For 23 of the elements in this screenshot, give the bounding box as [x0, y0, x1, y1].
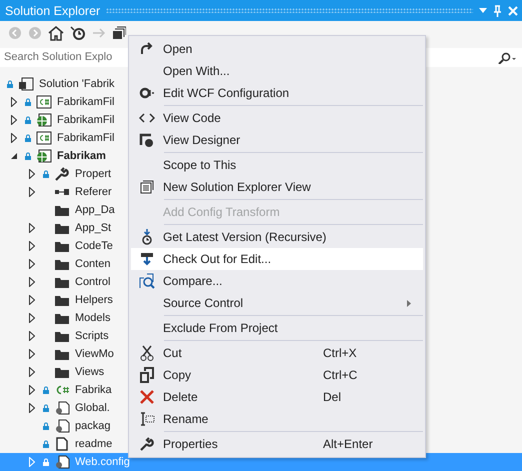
tree-item-label: Propert — [75, 168, 112, 180]
tree-item-label: packag — [75, 420, 110, 432]
window-title: Solution Explorer — [5, 4, 100, 18]
tree-item-label: FabrikamFil — [57, 132, 114, 144]
tree-item-label: Fabrikam — [57, 150, 106, 162]
tree-item-label: Control — [75, 276, 110, 288]
tree-item-label: Helpers — [75, 294, 113, 306]
tree-item-label: Referer — [75, 186, 112, 198]
tree-item-label: App_Da — [75, 204, 115, 216]
tree-item-label: FabrikamFil — [57, 114, 114, 126]
tree-item-label: Global. — [75, 402, 110, 414]
tree-item-label: Models — [75, 312, 110, 324]
tree-item-label: ViewMo — [75, 348, 114, 360]
tree-item-label: Conten — [75, 258, 110, 270]
tree-item-label: Solution 'Fabrik — [39, 78, 114, 90]
tree-item-label: Web.config — [75, 456, 130, 468]
tree-item-label: App_St — [75, 222, 112, 234]
tree-item-label: readme — [75, 438, 112, 450]
tree-item-label: Fabrika — [75, 384, 112, 396]
tree-item-label: CodeTe — [75, 240, 113, 252]
tree-item-label: Scripts — [75, 330, 109, 342]
tree-item-label: FabrikamFil — [57, 96, 114, 108]
tree-item-label: Views — [75, 366, 104, 378]
